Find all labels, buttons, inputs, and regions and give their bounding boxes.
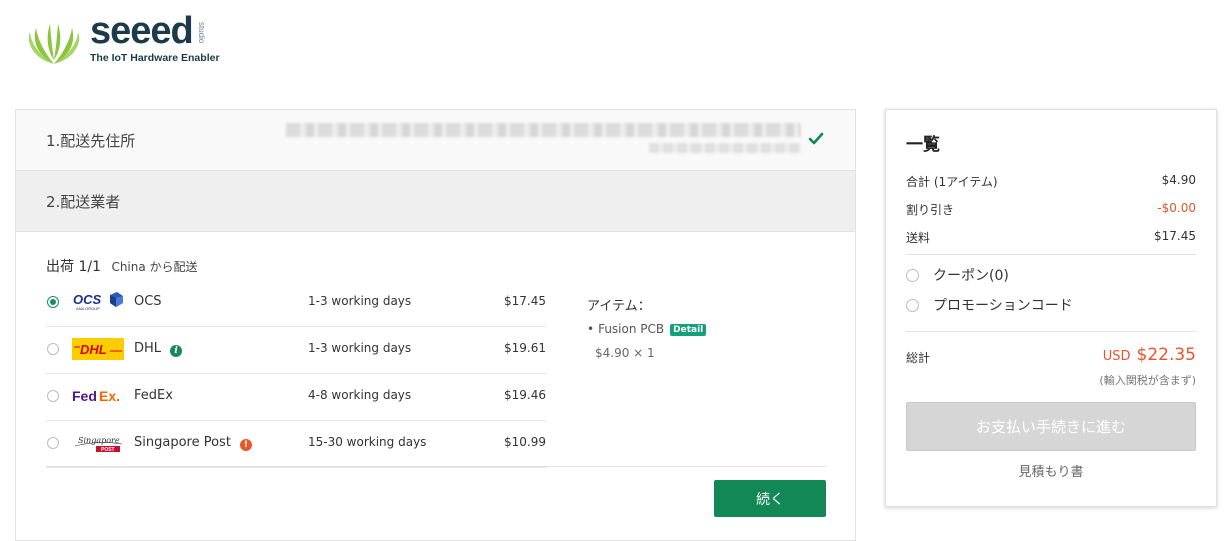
carrier-days: 15-30 working days (308, 435, 427, 449)
brand-sub: studio (197, 22, 206, 44)
discount-label: 割り引き (906, 203, 955, 217)
promo-radio[interactable] (906, 299, 919, 312)
summary-title: 一覧 (906, 135, 940, 155)
item-name: Fusion PCB (598, 322, 665, 336)
carrier-days: 1-3 working days (308, 341, 412, 355)
items-heading: アイテム： (587, 299, 651, 314)
carrier-name: DHL i (134, 341, 183, 357)
ocs-logo-icon: OCS ANA GROUP (73, 292, 123, 311)
shipping-row: 送料 $17.45 (906, 229, 1196, 247)
subtotal-row: 合計 (1アイテム) $4.90 (906, 173, 1196, 191)
promo-option[interactable]: プロモーションコード (906, 295, 1073, 314)
proceed-to-payment-button[interactable]: お支払い手続きに進む (906, 402, 1196, 451)
step-carrier: 2.配送業者 (16, 171, 855, 232)
check-icon (808, 132, 824, 145)
address-redacted (286, 123, 801, 137)
brand-logo[interactable]: seeed The IoT Hardware Enabler studio (28, 10, 228, 70)
carrier-radio-sgpost[interactable] (47, 437, 59, 449)
fedex-logo-icon: Fed Ex. (72, 388, 120, 404)
carrier-days: 4-8 working days (308, 388, 412, 402)
shipment-heading: 出荷 1/1 China から配送 (46, 256, 198, 276)
coupon-label: クーポン(0) (933, 268, 1009, 284)
carrier-row-dhl[interactable]: DHL DHL i 1-3 working days $19.61 (46, 327, 546, 374)
item-qty: $4.90 × 1 (595, 346, 655, 360)
tax-note: (輸入関税が含まず) (1099, 374, 1196, 387)
carrier-name: FedEx (134, 388, 173, 403)
bullet-icon: • (587, 322, 595, 336)
shipment-title: 出荷 1/1 (46, 259, 101, 275)
carrier-price: $17.45 (504, 294, 546, 308)
step-address-title: 1.配送先住所 (46, 132, 136, 150)
singapore-post-logo-icon: Singapore POST (74, 436, 123, 453)
divider (906, 331, 1196, 332)
fedex-logo-b: Ex. (99, 388, 120, 404)
promo-label: プロモーションコード (933, 298, 1073, 314)
carrier-radio-dhl[interactable] (47, 343, 59, 355)
dhl-logo-icon: DHL (72, 338, 124, 360)
order-summary: 一覧 合計 (1アイテム) $4.90 割り引き -$0.00 送料 $17.4… (885, 109, 1217, 507)
total-value: USD $22.35 (1103, 345, 1196, 365)
seeed-logo-icon (28, 24, 80, 64)
carrier-price: $19.46 (504, 388, 546, 402)
sgpost-logo-text: Singapore (78, 436, 120, 445)
total-label: 総計 (906, 351, 931, 365)
discount-value: -$0.00 (1157, 201, 1196, 215)
item-row: • Fusion PCB Detail (587, 322, 707, 336)
carrier-row-fedex[interactable]: Fed Ex. FedEx 4-8 working days $19.46 (46, 374, 546, 421)
step-carrier-title: 2.配送業者 (46, 193, 121, 211)
carrier-days: 1-3 working days (308, 294, 412, 308)
carrier-radio-fedex[interactable] (47, 390, 59, 402)
step-address[interactable]: 1.配送先住所 (16, 110, 855, 171)
carrier-name-text: Singapore Post (134, 435, 231, 450)
carrier-name: Singapore Post! (134, 435, 252, 451)
alert-icon[interactable]: ! (239, 439, 252, 451)
address-redacted-line2 (649, 143, 801, 153)
detail-link[interactable]: Detail (670, 324, 707, 336)
carrier-price: $19.61 (504, 341, 546, 355)
brand-tagline: The IoT Hardware Enabler (90, 52, 220, 64)
carrier-price: $10.99 (504, 435, 546, 449)
item-list: アイテム： • Fusion PCB Detail $4.90 × 1 (587, 295, 707, 360)
coupon-option[interactable]: クーポン(0) (906, 265, 1009, 284)
divider (906, 254, 1196, 255)
info-icon[interactable]: i (170, 345, 183, 357)
discount-row: 割り引き -$0.00 (906, 201, 1196, 219)
subtotal-label: 合計 (1アイテム) (906, 175, 998, 189)
checkout-panel: 1.配送先住所 2.配送業者 出荷 1/1 China から配送 OCS ANA… (15, 109, 856, 541)
carrier-radio-ocs[interactable] (47, 296, 59, 308)
ocs-logo-sub: ANA GROUP (76, 306, 100, 311)
shipping-label: 送料 (906, 231, 931, 245)
coupon-radio[interactable] (906, 269, 919, 282)
ocs-logo-text: OCS (73, 292, 102, 307)
subtotal-value: $4.90 (1161, 173, 1196, 187)
sgpost-logo-sub: POST (101, 447, 115, 453)
shipping-value: $17.45 (1154, 229, 1196, 243)
carrier-row-sgpost[interactable]: Singapore POST Singapore Post! 15-30 wor… (46, 421, 546, 468)
carrier-list: OCS ANA GROUP OCS 1-3 working days $17.4… (46, 280, 546, 468)
carrier-row-ocs[interactable]: OCS ANA GROUP OCS 1-3 working days $17.4… (46, 280, 546, 327)
brand-name: seeed (90, 10, 194, 52)
divider (46, 466, 826, 467)
carrier-name-text: DHL (134, 341, 162, 356)
fedex-logo-a: Fed (72, 388, 97, 404)
dhl-logo-text: DHL (80, 342, 107, 357)
shipment-origin: China から配送 (111, 260, 198, 274)
continue-button[interactable]: 続く (714, 480, 826, 517)
total-currency: USD (1102, 349, 1131, 364)
total-amount: $22.35 (1136, 345, 1196, 365)
carrier-name: OCS (134, 294, 162, 309)
quote-link[interactable]: 見積もり書 (886, 461, 1216, 480)
